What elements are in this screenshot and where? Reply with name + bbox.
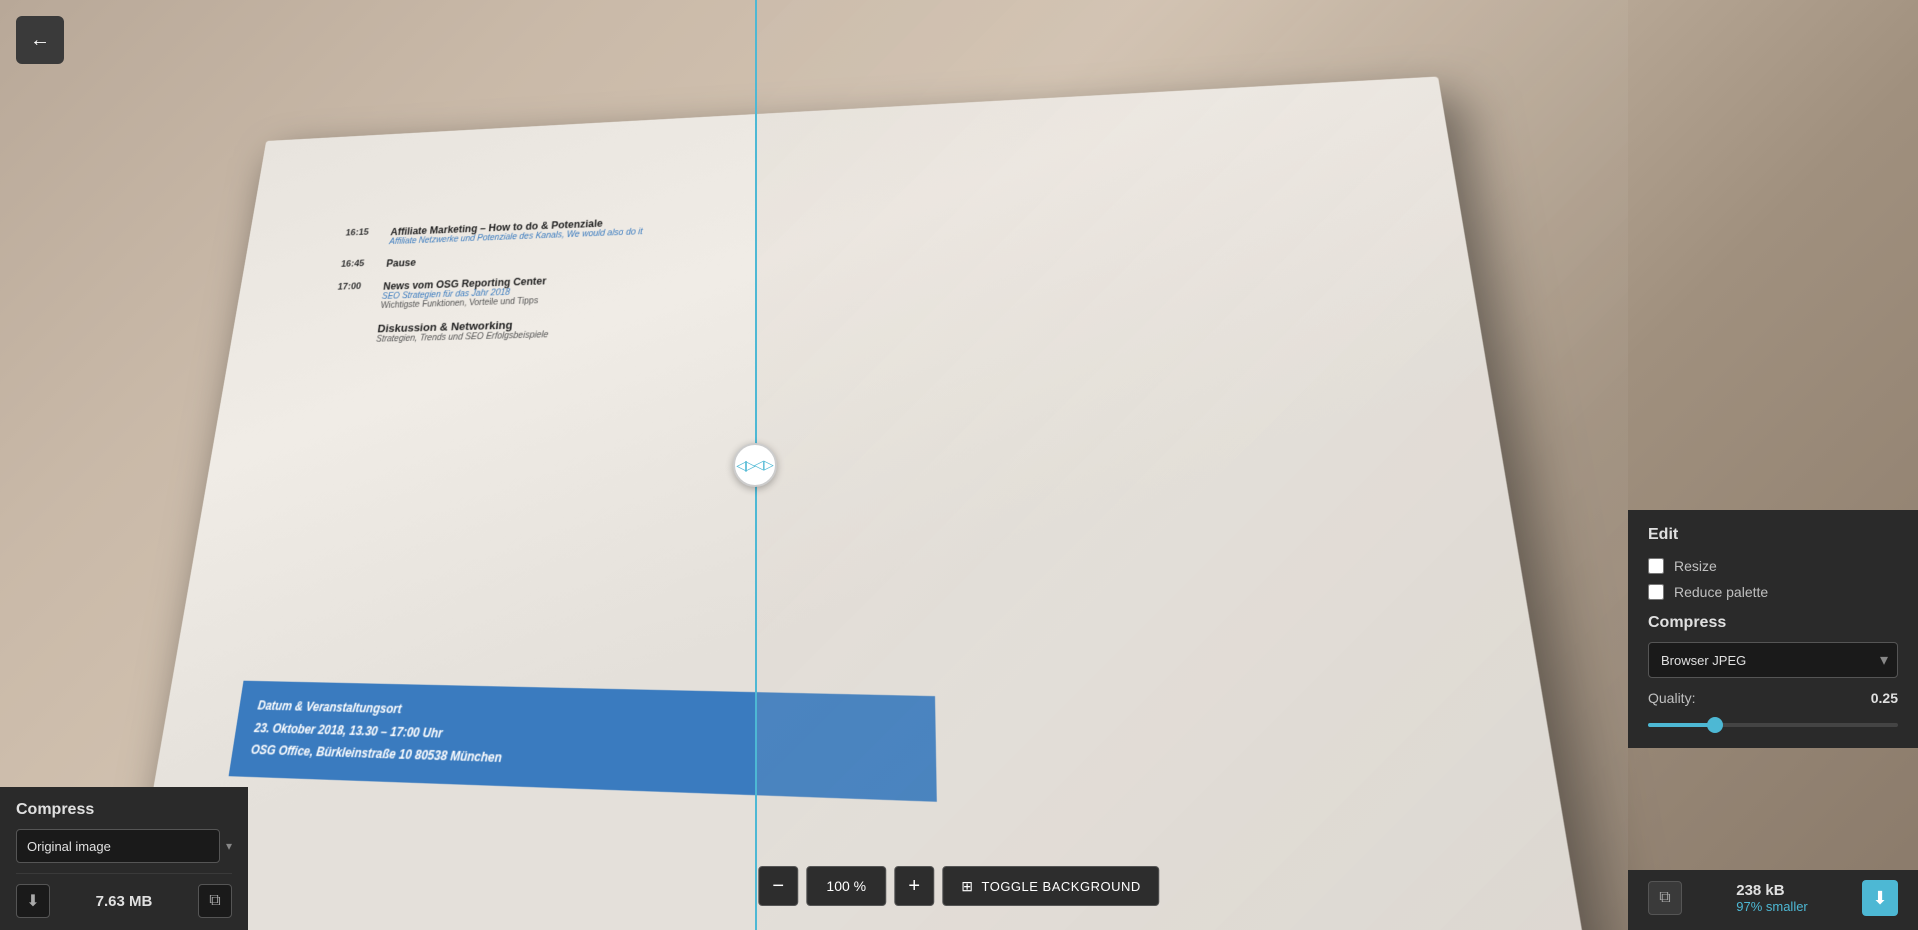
resize-checkbox[interactable]: [1648, 558, 1664, 574]
copy-icon: ⧉: [209, 892, 220, 910]
quality-label: Quality:: [1648, 690, 1695, 706]
zoom-in-button[interactable]: +: [894, 866, 934, 906]
left-panel-title: Compress: [16, 801, 232, 819]
copy-icon: ⧉: [1659, 889, 1670, 907]
toggle-bg-label: TOGGLE BACKGROUND: [982, 879, 1141, 894]
compress-format-dropdown-row: Browser JPEG Browser PNG Browser WebP AV…: [1648, 642, 1898, 678]
zoom-display: 100 %: [806, 866, 886, 906]
divider-arrows-icon: ◁▷: [754, 457, 774, 473]
compress-format-select[interactable]: Browser JPEG Browser PNG Browser WebP AV…: [1648, 642, 1898, 678]
output-copy-button[interactable]: ⧉: [1648, 881, 1682, 915]
edit-section-title: Edit: [1648, 526, 1898, 544]
image-viewer: 16:15 Affiliate Marketing – How to do & …: [0, 0, 1918, 930]
minus-icon: −: [772, 875, 784, 898]
output-download-button[interactable]: ⬇: [1862, 880, 1898, 916]
checkerboard-icon: ⊞: [961, 878, 973, 895]
output-reduction-text: 97% smaller: [1736, 899, 1808, 914]
quality-row: Quality: 0.25: [1648, 690, 1898, 706]
copy-icon-button[interactable]: ⧉: [198, 884, 232, 918]
reduce-palette-label: Reduce palette: [1674, 584, 1768, 600]
bottom-toolbar: − 100 % + ⊞ TOGGLE BACKGROUND: [758, 866, 1159, 906]
compress-section-title: Compress: [1648, 614, 1898, 632]
toggle-background-button[interactable]: ⊞ TOGGLE BACKGROUND: [942, 866, 1159, 906]
format-select[interactable]: Original image: [16, 829, 220, 863]
quality-slider[interactable]: [1648, 723, 1898, 727]
reduce-palette-checkbox[interactable]: [1648, 584, 1664, 600]
quality-value: 0.25: [1871, 690, 1898, 706]
download-icon: ⬇: [26, 891, 39, 911]
reduce-palette-row: Reduce palette: [1648, 584, 1898, 600]
output-info-panel: ⧉ 238 kB 97% smaller ⬇: [1628, 870, 1918, 930]
back-arrow-icon: ←: [30, 29, 50, 52]
format-dropdown-row: Original image ▾: [16, 829, 232, 863]
compressed-overlay: [755, 0, 1628, 930]
right-settings-panel: Edit Resize Reduce palette Compress Brow…: [1628, 510, 1918, 748]
left-compress-panel: Compress Original image ▾ ⬇ 7.63 MB ⧉: [0, 787, 248, 930]
output-file-size: 238 kB: [1736, 882, 1784, 899]
plus-icon: +: [908, 875, 920, 898]
zoom-value: 100 %: [826, 878, 866, 894]
resize-row: Resize: [1648, 558, 1898, 574]
zoom-out-button[interactable]: −: [758, 866, 798, 906]
format-dropdown-arrow-icon: ▾: [226, 839, 232, 853]
divider-handle[interactable]: ◁▷: [733, 443, 777, 487]
back-button[interactable]: ←: [16, 16, 64, 64]
file-info-row: ⬇ 7.63 MB ⧉: [16, 873, 232, 930]
original-download-button[interactable]: ⬇: [16, 884, 50, 918]
resize-label: Resize: [1674, 558, 1717, 574]
original-file-size: 7.63 MB: [96, 893, 153, 910]
download-icon: ⬇: [1872, 888, 1887, 909]
